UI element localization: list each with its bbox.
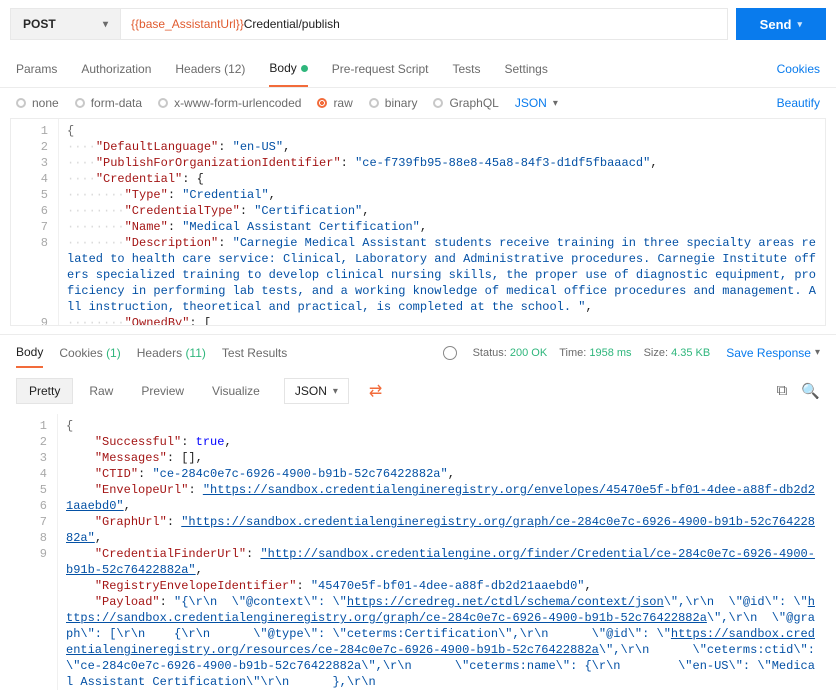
- globe-icon[interactable]: [443, 346, 457, 360]
- radio-none[interactable]: none: [16, 96, 59, 110]
- chevron-down-icon: ▾: [103, 19, 108, 30]
- code-content: { ····"DefaultLanguage": "en-US", ····"P…: [59, 119, 825, 325]
- body-type-row: none form-data x-www-form-urlencoded raw…: [0, 88, 836, 118]
- radio-binary[interactable]: binary: [369, 96, 418, 110]
- chevron-down-icon: ▾: [797, 19, 802, 30]
- pretty-button[interactable]: Pretty: [16, 378, 73, 404]
- resp-tab-testresults[interactable]: Test Results: [222, 346, 287, 360]
- radio-formdata[interactable]: form-data: [75, 96, 142, 110]
- wrap-lines-icon[interactable]: ⇄: [361, 376, 390, 406]
- response-tools: Pretty Raw Preview Visualize JSON▾ ⇄ ⧉ 🔍: [0, 368, 836, 414]
- visualize-button[interactable]: Visualize: [200, 379, 272, 403]
- body-format-dropdown[interactable]: JSON▾: [515, 96, 558, 110]
- response-format-dropdown[interactable]: JSON▾: [284, 378, 349, 404]
- tab-body[interactable]: Body: [269, 51, 307, 87]
- raw-button[interactable]: Raw: [77, 379, 125, 403]
- request-body-editor[interactable]: 123456789 { ····"DefaultLanguage": "en-U…: [10, 118, 826, 326]
- request-tabs: Params Authorization Headers (12) Body P…: [0, 50, 836, 88]
- beautify-link[interactable]: Beautify: [777, 96, 820, 110]
- resp-tab-headers[interactable]: Headers (11): [137, 346, 206, 360]
- chevron-down-icon: ▾: [815, 347, 820, 358]
- url-input[interactable]: {{base_AssistantUrl}}Credential/publish: [120, 8, 728, 40]
- tab-params[interactable]: Params: [16, 52, 57, 86]
- resp-tab-cookies[interactable]: Cookies (1): [59, 346, 120, 360]
- preview-button[interactable]: Preview: [129, 379, 196, 403]
- cookies-link[interactable]: Cookies: [777, 62, 820, 76]
- radio-raw[interactable]: raw: [317, 96, 352, 110]
- url-path: Credential/publish: [244, 17, 340, 31]
- dot-icon: [301, 65, 308, 72]
- tab-authorization[interactable]: Authorization: [81, 52, 151, 86]
- send-label: Send: [760, 17, 792, 32]
- search-icon[interactable]: 🔍: [801, 382, 820, 400]
- response-body-viewer[interactable]: 123456789 { "Successful": true, "Message…: [10, 414, 826, 690]
- request-bar: POST ▾ {{base_AssistantUrl}}Credential/p…: [0, 0, 836, 50]
- line-gutter: 123456789: [10, 414, 58, 690]
- response-tabs-row: Body Cookies (1) Headers (11) Test Resul…: [0, 334, 836, 368]
- tab-headers[interactable]: Headers (12): [175, 52, 245, 86]
- tab-prerequest[interactable]: Pre-request Script: [332, 52, 429, 86]
- response-meta: Status: 200 OK Time: 1958 ms Size: 4.35 …: [473, 347, 711, 359]
- chevron-down-icon: ▾: [553, 98, 558, 109]
- code-content: { "Successful": true, "Messages": [], "C…: [58, 414, 826, 690]
- line-gutter: 123456789: [11, 119, 59, 325]
- radio-graphql[interactable]: GraphQL: [433, 96, 498, 110]
- send-button[interactable]: Send ▾: [736, 8, 826, 40]
- method-select[interactable]: POST ▾: [10, 8, 120, 40]
- url-variable: {{base_AssistantUrl}}: [131, 17, 244, 31]
- method-label: POST: [23, 17, 56, 31]
- tab-tests[interactable]: Tests: [452, 52, 480, 86]
- tab-settings[interactable]: Settings: [505, 52, 548, 86]
- save-response-button[interactable]: Save Response▾: [726, 346, 820, 360]
- resp-tab-body[interactable]: Body: [16, 345, 43, 368]
- radio-xwww[interactable]: x-www-form-urlencoded: [158, 96, 301, 110]
- chevron-down-icon: ▾: [333, 386, 338, 397]
- copy-icon[interactable]: ⧉: [777, 382, 788, 400]
